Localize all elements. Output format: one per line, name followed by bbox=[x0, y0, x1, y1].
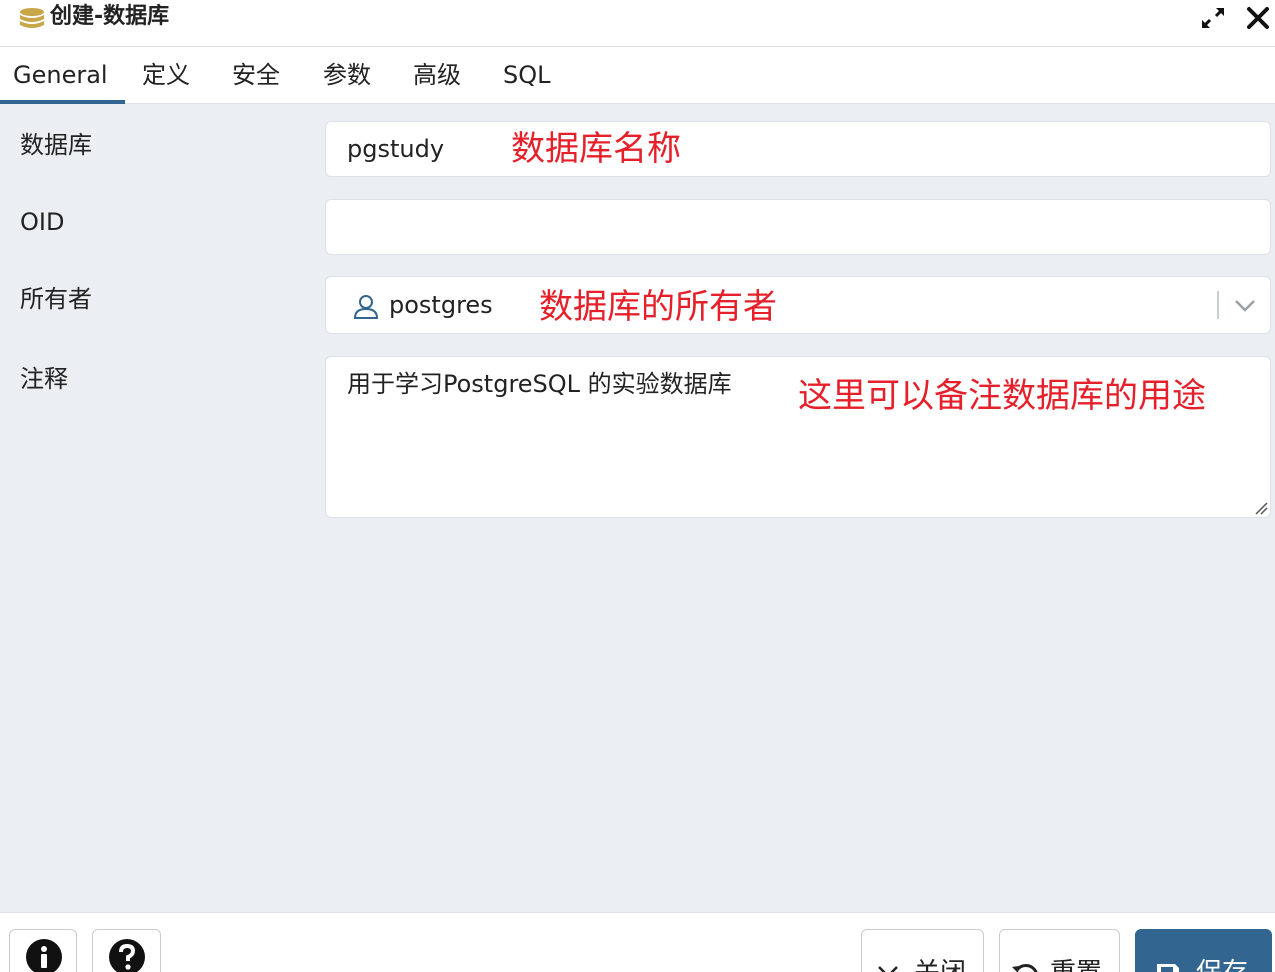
tab-sql[interactable]: SQL bbox=[503, 47, 551, 104]
info-button[interactable] bbox=[9, 929, 77, 972]
tab-advanced[interactable]: 高级 bbox=[413, 47, 461, 104]
reset-button-label: 重置 bbox=[1050, 958, 1102, 972]
tab-parameters[interactable]: 参数 bbox=[323, 47, 371, 104]
info-icon bbox=[26, 939, 62, 972]
owner-annotation: 数据库的所有者 bbox=[539, 287, 777, 327]
close-button-label: 关闭 bbox=[914, 958, 966, 972]
resize-handle-icon[interactable] bbox=[1254, 501, 1268, 515]
tab-security[interactable]: 安全 bbox=[232, 47, 280, 104]
tab-definition[interactable]: 定义 bbox=[142, 47, 190, 104]
reset-icon bbox=[1012, 963, 1038, 972]
database-name-value: pgstudy bbox=[347, 135, 445, 163]
save-button-label: 保存 bbox=[1196, 958, 1248, 972]
database-name-annotation: 数据库名称 bbox=[511, 129, 681, 169]
expand-icon[interactable] bbox=[1199, 5, 1227, 31]
reset-button[interactable]: 重置 bbox=[999, 929, 1120, 972]
form-panel: 数据库 pgstudy 数据库名称 OID 所有者 postgres 数据库的所… bbox=[0, 104, 1275, 912]
oid-input[interactable] bbox=[325, 199, 1271, 255]
select-separator bbox=[1217, 291, 1219, 319]
database-icon bbox=[20, 8, 44, 28]
help-icon bbox=[109, 939, 145, 972]
owner-value: postgres bbox=[389, 291, 493, 319]
tab-bar: General 定义 安全 参数 高级 SQL bbox=[0, 47, 1275, 104]
close-button[interactable]: 关闭 bbox=[861, 929, 984, 972]
owner-select[interactable]: postgres bbox=[325, 276, 1271, 334]
floppy-disk-icon bbox=[1157, 964, 1179, 972]
close-icon[interactable] bbox=[1244, 5, 1272, 31]
comment-value: 用于学习PostgreSQL 的实验数据库 bbox=[347, 370, 732, 398]
dialog-footer: 关闭 重置 保存 bbox=[0, 912, 1275, 972]
oid-label: OID bbox=[20, 208, 65, 236]
comment-annotation: 这里可以备注数据库的用途 bbox=[798, 376, 1206, 416]
save-button[interactable]: 保存 bbox=[1135, 929, 1272, 972]
comment-label: 注释 bbox=[20, 365, 68, 393]
dialog-title: 创建-数据库 bbox=[50, 4, 170, 29]
dialog-titlebar: 创建-数据库 bbox=[0, 0, 1275, 47]
chevron-down-icon[interactable] bbox=[1232, 295, 1258, 315]
user-icon bbox=[353, 295, 379, 319]
owner-label: 所有者 bbox=[20, 285, 92, 313]
close-icon bbox=[878, 966, 898, 972]
help-button[interactable] bbox=[92, 929, 161, 972]
database-name-input[interactable]: pgstudy bbox=[325, 121, 1271, 177]
tab-general[interactable]: General bbox=[0, 47, 125, 104]
database-label: 数据库 bbox=[20, 131, 92, 159]
